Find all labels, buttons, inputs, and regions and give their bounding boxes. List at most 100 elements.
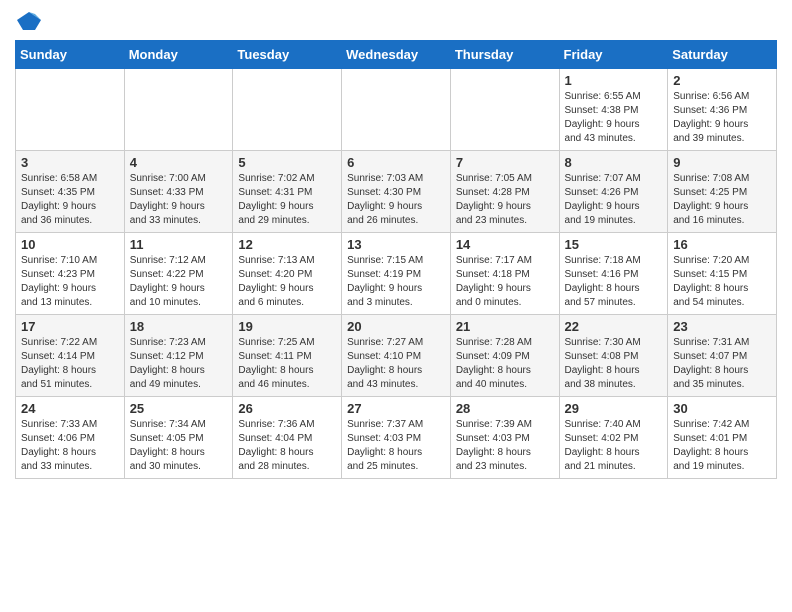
day-number: 4 [130,155,228,170]
day-info: Sunrise: 7:22 AM Sunset: 4:14 PM Dayligh… [21,336,119,392]
calendar-cell [16,69,125,151]
calendar-cell: 14 Sunrise: 7:17 AM Sunset: 4:18 PM Dayli… [450,233,559,315]
calendar-cell: 25 Sunrise: 7:34 AM Sunset: 4:05 PM Dayli… [124,397,233,479]
calendar-cell: 9 Sunrise: 7:08 AM Sunset: 4:25 PM Daylig… [668,151,777,233]
calendar-cell [450,69,559,151]
day-info: Sunrise: 7:34 AM Sunset: 4:05 PM Dayligh… [130,418,228,474]
calendar-table: SundayMondayTuesdayWednesdayThursdayFrid… [15,40,777,479]
day-info: Sunrise: 7:30 AM Sunset: 4:08 PM Dayligh… [565,336,663,392]
calendar-cell: 24 Sunrise: 7:33 AM Sunset: 4:06 PM Dayli… [16,397,125,479]
logo [15,10,49,32]
weekday-header-monday: Monday [124,41,233,69]
calendar-cell: 16Sunrise: 7:20 AM Sunset: 4:15 PM Dayli… [668,233,777,315]
calendar-cell [342,69,451,151]
day-info: Sunrise: 7:07 AM Sunset: 4:26 PM Dayligh… [565,172,663,228]
calendar-cell: 27Sunrise: 7:37 AM Sunset: 4:03 PM Dayli… [342,397,451,479]
day-info: Sunrise: 6:58 AM Sunset: 4:35 PM Dayligh… [21,172,119,228]
calendar-week-row: 10 Sunrise: 7:10 AM Sunset: 4:23 PM Dayli… [16,233,777,315]
day-number: 7 [456,155,554,170]
calendar-cell: 18 Sunrise: 7:23 AM Sunset: 4:12 PM Dayli… [124,315,233,397]
day-info: Sunrise: 7:28 AM Sunset: 4:09 PM Dayligh… [456,336,554,392]
day-number: 12 [238,237,336,252]
day-number: 23 [673,319,771,334]
day-number: 1 [565,73,663,88]
day-info: Sunrise: 7:40 AM Sunset: 4:02 PM Dayligh… [565,418,663,474]
day-number: 10 [21,237,119,252]
day-number: 9 [673,155,771,170]
calendar-cell: 19Sunrise: 7:25 AM Sunset: 4:11 PM Dayli… [233,315,342,397]
calendar-cell: 7 Sunrise: 7:05 AM Sunset: 4:28 PM Daylig… [450,151,559,233]
calendar-cell: 20Sunrise: 7:27 AM Sunset: 4:10 PM Dayli… [342,315,451,397]
day-number: 13 [347,237,445,252]
day-info: Sunrise: 7:20 AM Sunset: 4:15 PM Dayligh… [673,254,771,310]
weekday-header-row: SundayMondayTuesdayWednesdayThursdayFrid… [16,41,777,69]
day-info: Sunrise: 7:00 AM Sunset: 4:33 PM Dayligh… [130,172,228,228]
calendar-cell: 26 Sunrise: 7:36 AM Sunset: 4:04 PM Dayli… [233,397,342,479]
day-info: Sunrise: 7:15 AM Sunset: 4:19 PM Dayligh… [347,254,445,310]
day-number: 19 [238,319,336,334]
day-number: 5 [238,155,336,170]
calendar-week-row: 3 Sunrise: 6:58 AM Sunset: 4:35 PM Daylig… [16,151,777,233]
day-info: Sunrise: 7:17 AM Sunset: 4:18 PM Dayligh… [456,254,554,310]
calendar-cell: 13 Sunrise: 7:15 AM Sunset: 4:19 PM Dayli… [342,233,451,315]
day-info: Sunrise: 7:42 AM Sunset: 4:01 PM Dayligh… [673,418,771,474]
generalblue-logo-icon [15,10,43,32]
day-info: Sunrise: 7:02 AM Sunset: 4:31 PM Dayligh… [238,172,336,228]
calendar-cell: 1 Sunrise: 6:55 AM Sunset: 4:38 PM Daylig… [559,69,668,151]
weekday-header-friday: Friday [559,41,668,69]
day-info: Sunrise: 7:05 AM Sunset: 4:28 PM Dayligh… [456,172,554,228]
day-number: 22 [565,319,663,334]
day-info: Sunrise: 7:36 AM Sunset: 4:04 PM Dayligh… [238,418,336,474]
calendar-cell: 30 Sunrise: 7:42 AM Sunset: 4:01 PM Dayli… [668,397,777,479]
day-info: Sunrise: 6:56 AM Sunset: 4:36 PM Dayligh… [673,90,771,146]
day-number: 15 [565,237,663,252]
day-info: Sunrise: 6:55 AM Sunset: 4:38 PM Dayligh… [565,90,663,146]
day-number: 25 [130,401,228,416]
day-number: 14 [456,237,554,252]
day-info: Sunrise: 7:39 AM Sunset: 4:03 PM Dayligh… [456,418,554,474]
day-info: Sunrise: 7:12 AM Sunset: 4:22 PM Dayligh… [130,254,228,310]
page-header [15,10,777,32]
calendar-week-row: 17Sunrise: 7:22 AM Sunset: 4:14 PM Dayli… [16,315,777,397]
calendar-cell: 21 Sunrise: 7:28 AM Sunset: 4:09 PM Dayli… [450,315,559,397]
calendar-cell: 22 Sunrise: 7:30 AM Sunset: 4:08 PM Dayli… [559,315,668,397]
day-info: Sunrise: 7:37 AM Sunset: 4:03 PM Dayligh… [347,418,445,474]
day-info: Sunrise: 7:31 AM Sunset: 4:07 PM Dayligh… [673,336,771,392]
day-info: Sunrise: 7:10 AM Sunset: 4:23 PM Dayligh… [21,254,119,310]
day-number: 21 [456,319,554,334]
calendar-cell: 3 Sunrise: 6:58 AM Sunset: 4:35 PM Daylig… [16,151,125,233]
weekday-header-saturday: Saturday [668,41,777,69]
calendar-cell: 28Sunrise: 7:39 AM Sunset: 4:03 PM Dayli… [450,397,559,479]
day-number: 18 [130,319,228,334]
calendar-cell: 5 Sunrise: 7:02 AM Sunset: 4:31 PM Daylig… [233,151,342,233]
calendar-cell [124,69,233,151]
day-number: 3 [21,155,119,170]
weekday-header-wednesday: Wednesday [342,41,451,69]
calendar-cell: 11 Sunrise: 7:12 AM Sunset: 4:22 PM Dayli… [124,233,233,315]
calendar-cell: 29 Sunrise: 7:40 AM Sunset: 4:02 PM Dayli… [559,397,668,479]
calendar-cell: 2Sunrise: 6:56 AM Sunset: 4:36 PM Daylig… [668,69,777,151]
day-info: Sunrise: 7:03 AM Sunset: 4:30 PM Dayligh… [347,172,445,228]
day-info: Sunrise: 7:23 AM Sunset: 4:12 PM Dayligh… [130,336,228,392]
calendar-cell: 8 Sunrise: 7:07 AM Sunset: 4:26 PM Daylig… [559,151,668,233]
calendar-cell: 17Sunrise: 7:22 AM Sunset: 4:14 PM Dayli… [16,315,125,397]
day-number: 20 [347,319,445,334]
day-info: Sunrise: 7:33 AM Sunset: 4:06 PM Dayligh… [21,418,119,474]
day-number: 26 [238,401,336,416]
calendar-week-row: 24 Sunrise: 7:33 AM Sunset: 4:06 PM Dayli… [16,397,777,479]
day-number: 24 [21,401,119,416]
weekday-header-thursday: Thursday [450,41,559,69]
day-info: Sunrise: 7:08 AM Sunset: 4:25 PM Dayligh… [673,172,771,228]
calendar-cell: 12Sunrise: 7:13 AM Sunset: 4:20 PM Dayli… [233,233,342,315]
day-info: Sunrise: 7:18 AM Sunset: 4:16 PM Dayligh… [565,254,663,310]
day-number: 6 [347,155,445,170]
calendar-cell: 15 Sunrise: 7:18 AM Sunset: 4:16 PM Dayli… [559,233,668,315]
day-number: 8 [565,155,663,170]
day-number: 30 [673,401,771,416]
calendar-cell: 10 Sunrise: 7:10 AM Sunset: 4:23 PM Dayli… [16,233,125,315]
weekday-header-sunday: Sunday [16,41,125,69]
weekday-header-tuesday: Tuesday [233,41,342,69]
day-number: 11 [130,237,228,252]
calendar-week-row: 1 Sunrise: 6:55 AM Sunset: 4:38 PM Daylig… [16,69,777,151]
day-number: 29 [565,401,663,416]
